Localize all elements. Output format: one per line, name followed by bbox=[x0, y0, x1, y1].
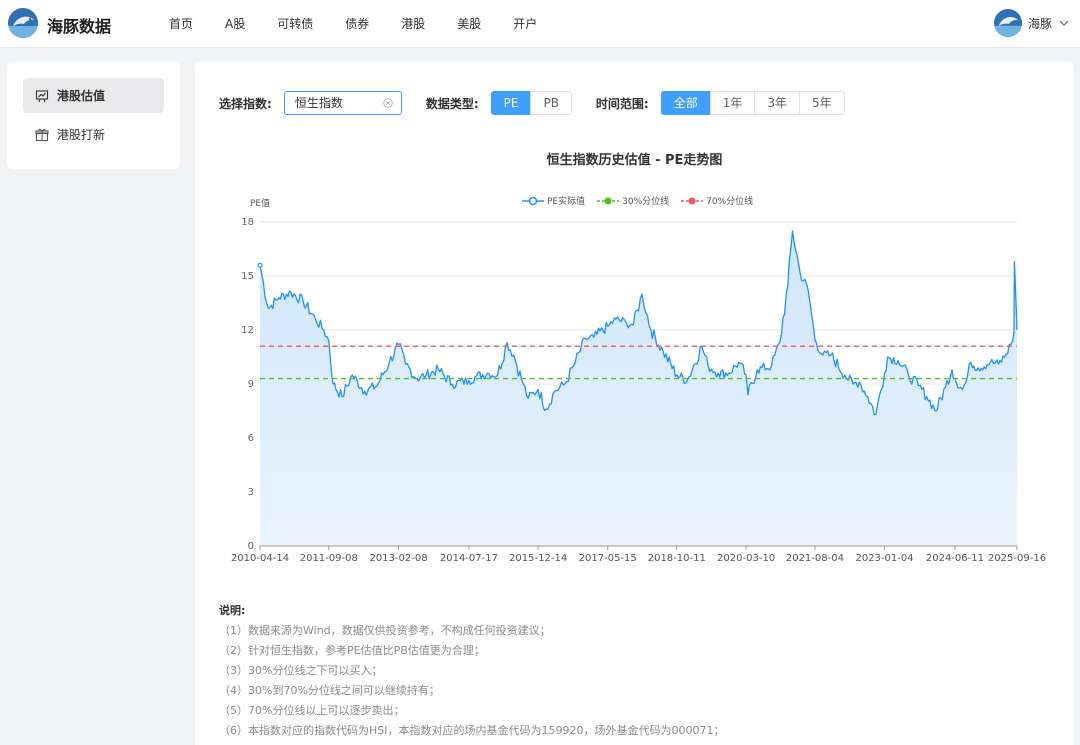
nav-item-a-shares[interactable]: A股 bbox=[214, 0, 256, 48]
notes-title: 说明: bbox=[219, 604, 246, 617]
note-line: （1）数据来源为Wind，数据仅供投资参考，不构成任何投资建议； bbox=[219, 624, 551, 637]
note-line: （3）30%分位线之下可以买入； bbox=[219, 664, 383, 677]
range-5y-button[interactable]: 5年 bbox=[799, 91, 845, 115]
main-panel: 选择指数: 恒生指数 数据类型: PE PB 时间范围: 全部 1年 3年 5年… bbox=[195, 62, 1074, 745]
y-tick-label: 3 bbox=[248, 487, 254, 498]
x-tick-label: 2018-10-11 bbox=[648, 553, 706, 564]
main-nav: 首页 A股 可转债 债券 港股 美股 开户 bbox=[158, 0, 558, 48]
y-tick-label: 15 bbox=[241, 271, 254, 282]
brand-name[interactable]: 海豚数据 bbox=[47, 13, 111, 37]
avatar[interactable] bbox=[993, 9, 1022, 37]
filter-bar: 选择指数: 恒生指数 数据类型: PE PB 时间范围: 全部 1年 3年 5年 bbox=[219, 91, 869, 115]
nav-item-open-account[interactable]: 开户 bbox=[502, 0, 548, 48]
note-line: （6）本指数对应的指数代码为HSI，本指数对应的场内基金代码为159920，场外… bbox=[219, 724, 725, 737]
note-line: （5）70%分位线以上可以逐步卖出； bbox=[219, 704, 405, 717]
x-tick-label: 2014-07-17 bbox=[440, 553, 498, 564]
y-tick-label: 0 bbox=[248, 541, 254, 552]
range-all-button[interactable]: 全部 bbox=[660, 91, 711, 115]
nav-item-home[interactable]: 首页 bbox=[158, 0, 204, 48]
pe-chart[interactable]: 0 3 6 9 12 15 18 PE值 2010-04-14 2011-09-08 2013-02… bbox=[195, 192, 1074, 637]
chart-title: 恒生指数历史估值 - PE走势图 bbox=[546, 153, 723, 168]
x-tick-label: 2015-12-14 bbox=[509, 553, 567, 564]
range-1y-button[interactable]: 1年 bbox=[709, 91, 756, 115]
index-select-value: 恒生指数 bbox=[294, 96, 343, 110]
notes: 说明: （1）数据来源为Wind，数据仅供投资参考，不构成任何投资建议； （2）… bbox=[219, 601, 724, 741]
data-type-label: 数据类型: bbox=[425, 96, 479, 111]
range-3y-button[interactable]: 3年 bbox=[754, 91, 801, 115]
clear-circle-icon[interactable] bbox=[383, 98, 393, 108]
user-name[interactable]: 海豚 bbox=[1028, 15, 1052, 32]
index-select[interactable]: 恒生指数 bbox=[283, 91, 402, 115]
time-range-toggle: 全部 1年 3年 5年 bbox=[660, 91, 845, 115]
x-tick-label: 2024-06-11 bbox=[926, 553, 984, 564]
type-pb-button[interactable]: PB bbox=[530, 91, 572, 115]
nav-item-us-stocks[interactable]: 美股 bbox=[446, 0, 492, 48]
nav-item-convertible-bonds[interactable]: 可转债 bbox=[266, 0, 324, 48]
x-tick-label: 2023-01-04 bbox=[855, 553, 913, 564]
dolphin-logo-icon[interactable] bbox=[8, 8, 38, 38]
pe-start-point bbox=[257, 262, 263, 268]
chevron-down-icon[interactable] bbox=[1058, 17, 1070, 29]
chart-board-icon bbox=[35, 89, 49, 102]
type-pe-button[interactable]: PE bbox=[490, 91, 532, 115]
sidebar: 港股估值 港股打新 bbox=[7, 62, 180, 169]
sidebar-item-hk-valuation[interactable]: 港股估值 bbox=[23, 78, 164, 113]
data-type-toggle: PE PB bbox=[490, 91, 572, 115]
sidebar-item-label: 港股估值 bbox=[57, 89, 106, 103]
x-tick-label: 2013-02-08 bbox=[369, 553, 427, 564]
time-range-label: 时间范围: bbox=[595, 96, 649, 111]
gift-icon bbox=[35, 128, 49, 141]
y-tick-label: 6 bbox=[248, 433, 254, 444]
user-menu[interactable]: 海豚 bbox=[993, 9, 1070, 37]
x-tick-label: 2025-09-16 bbox=[988, 553, 1046, 564]
y-axis-label: PE值 bbox=[250, 197, 270, 209]
top-bar: 海豚数据 首页 A股 可转债 债券 港股 美股 开户 海豚 bbox=[0, 0, 1080, 48]
note-line: （2）针对恒生指数，参考PE估值比PB估值更为合理； bbox=[219, 644, 485, 657]
x-tick-label: 2017-05-15 bbox=[579, 553, 637, 564]
sidebar-item-hk-ipo[interactable]: 港股打新 bbox=[23, 117, 164, 152]
y-tick-label: 18 bbox=[241, 217, 254, 228]
x-tick-label: 2020-03-10 bbox=[717, 553, 775, 564]
x-tick-label: 2010-04-14 bbox=[231, 553, 289, 564]
y-tick-label: 12 bbox=[241, 325, 254, 336]
y-tick-label: 9 bbox=[248, 379, 254, 390]
x-tick-label: 2011-09-08 bbox=[300, 553, 358, 564]
x-tick-label: 2021-08-04 bbox=[786, 553, 844, 564]
nav-item-bonds[interactable]: 债券 bbox=[334, 0, 380, 48]
sidebar-item-label: 港股打新 bbox=[57, 128, 106, 142]
index-select-label: 选择指数: bbox=[219, 96, 272, 111]
note-line: （4）30%到70%分位线之间可以继续持有； bbox=[219, 684, 440, 697]
nav-item-hk-stocks[interactable]: 港股 bbox=[390, 0, 436, 48]
